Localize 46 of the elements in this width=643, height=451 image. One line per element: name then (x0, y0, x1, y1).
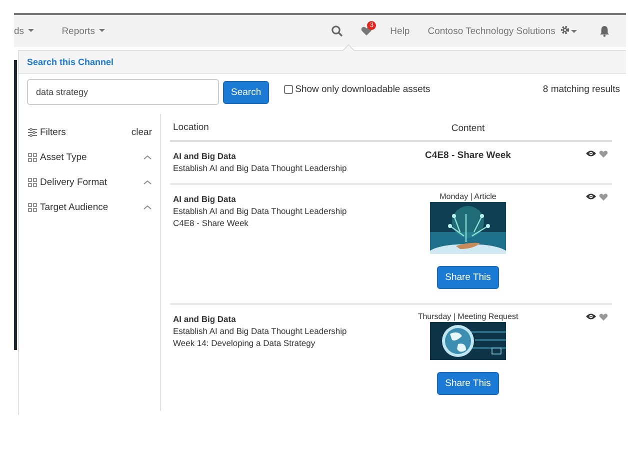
reports-menu-link[interactable]: Reports (62, 26, 105, 36)
filter-category[interactable]: Asset Type (28, 145, 152, 170)
checkbox-label: Show only downloadable assets (295, 84, 430, 94)
clear-link[interactable]: clear (131, 127, 152, 138)
location-path: C4E8 - Share Week (173, 217, 250, 229)
asset-meta: Thursday | Meeting Request (418, 312, 518, 321)
location-title: AI and Big Data (173, 150, 237, 162)
filters-heading: Filters (40, 127, 66, 138)
location-path: Week 14: Developing a Data Strategy (173, 337, 316, 349)
heart-icon[interactable] (599, 193, 608, 201)
filter-icon (28, 128, 37, 137)
grid-icon (28, 203, 37, 212)
eye-icon[interactable] (586, 313, 596, 320)
eye-icon[interactable] (586, 150, 596, 157)
share-button[interactable]: Share This (437, 266, 499, 289)
heart-icon[interactable] (599, 313, 608, 321)
company-menu-link[interactable]: Contoso Technology Solutions (428, 25, 577, 37)
help-link[interactable]: Help (390, 26, 410, 36)
chevron-icon (143, 205, 152, 210)
heart-icon[interactable] (599, 150, 608, 158)
chevron-icon (143, 180, 152, 185)
location-path: Establish AI and Big Data Thought Leadership (173, 205, 348, 217)
location-path: Establish AI and Big Data Thought Leadership (173, 325, 348, 337)
asset-meta: Monday | Article (440, 192, 496, 201)
filter-category[interactable]: Target Audience (28, 195, 152, 220)
location-title: AI and Big Data (173, 193, 237, 205)
chevron-icon (143, 155, 152, 160)
content-title: C4E8 - Share Week (425, 150, 511, 161)
grid-icon (28, 178, 37, 187)
panel-title: Search this Channel (27, 57, 114, 67)
bell-icon[interactable] (599, 25, 610, 37)
search-button[interactable]: Search (223, 80, 270, 104)
results-count: 8 matching results (542, 84, 620, 94)
location-title: AI and Big Data (173, 313, 237, 325)
search-field[interactable]: data strategy (27, 79, 219, 105)
nav-menu-link[interactable]: ds (14, 26, 34, 36)
grid-icon (28, 153, 37, 162)
share-button[interactable]: Share This (437, 372, 499, 395)
column-header: Location (172, 122, 210, 134)
column-header: Content (450, 123, 486, 134)
eye-icon[interactable] (586, 193, 596, 200)
search-icon[interactable] (331, 25, 344, 37)
checkbox[interactable] (284, 84, 294, 94)
location-path: Establish AI and Big Data Thought Leadership (173, 162, 348, 174)
gear-icon[interactable] (560, 25, 570, 35)
filter-category[interactable]: Delivery Format (28, 170, 152, 195)
